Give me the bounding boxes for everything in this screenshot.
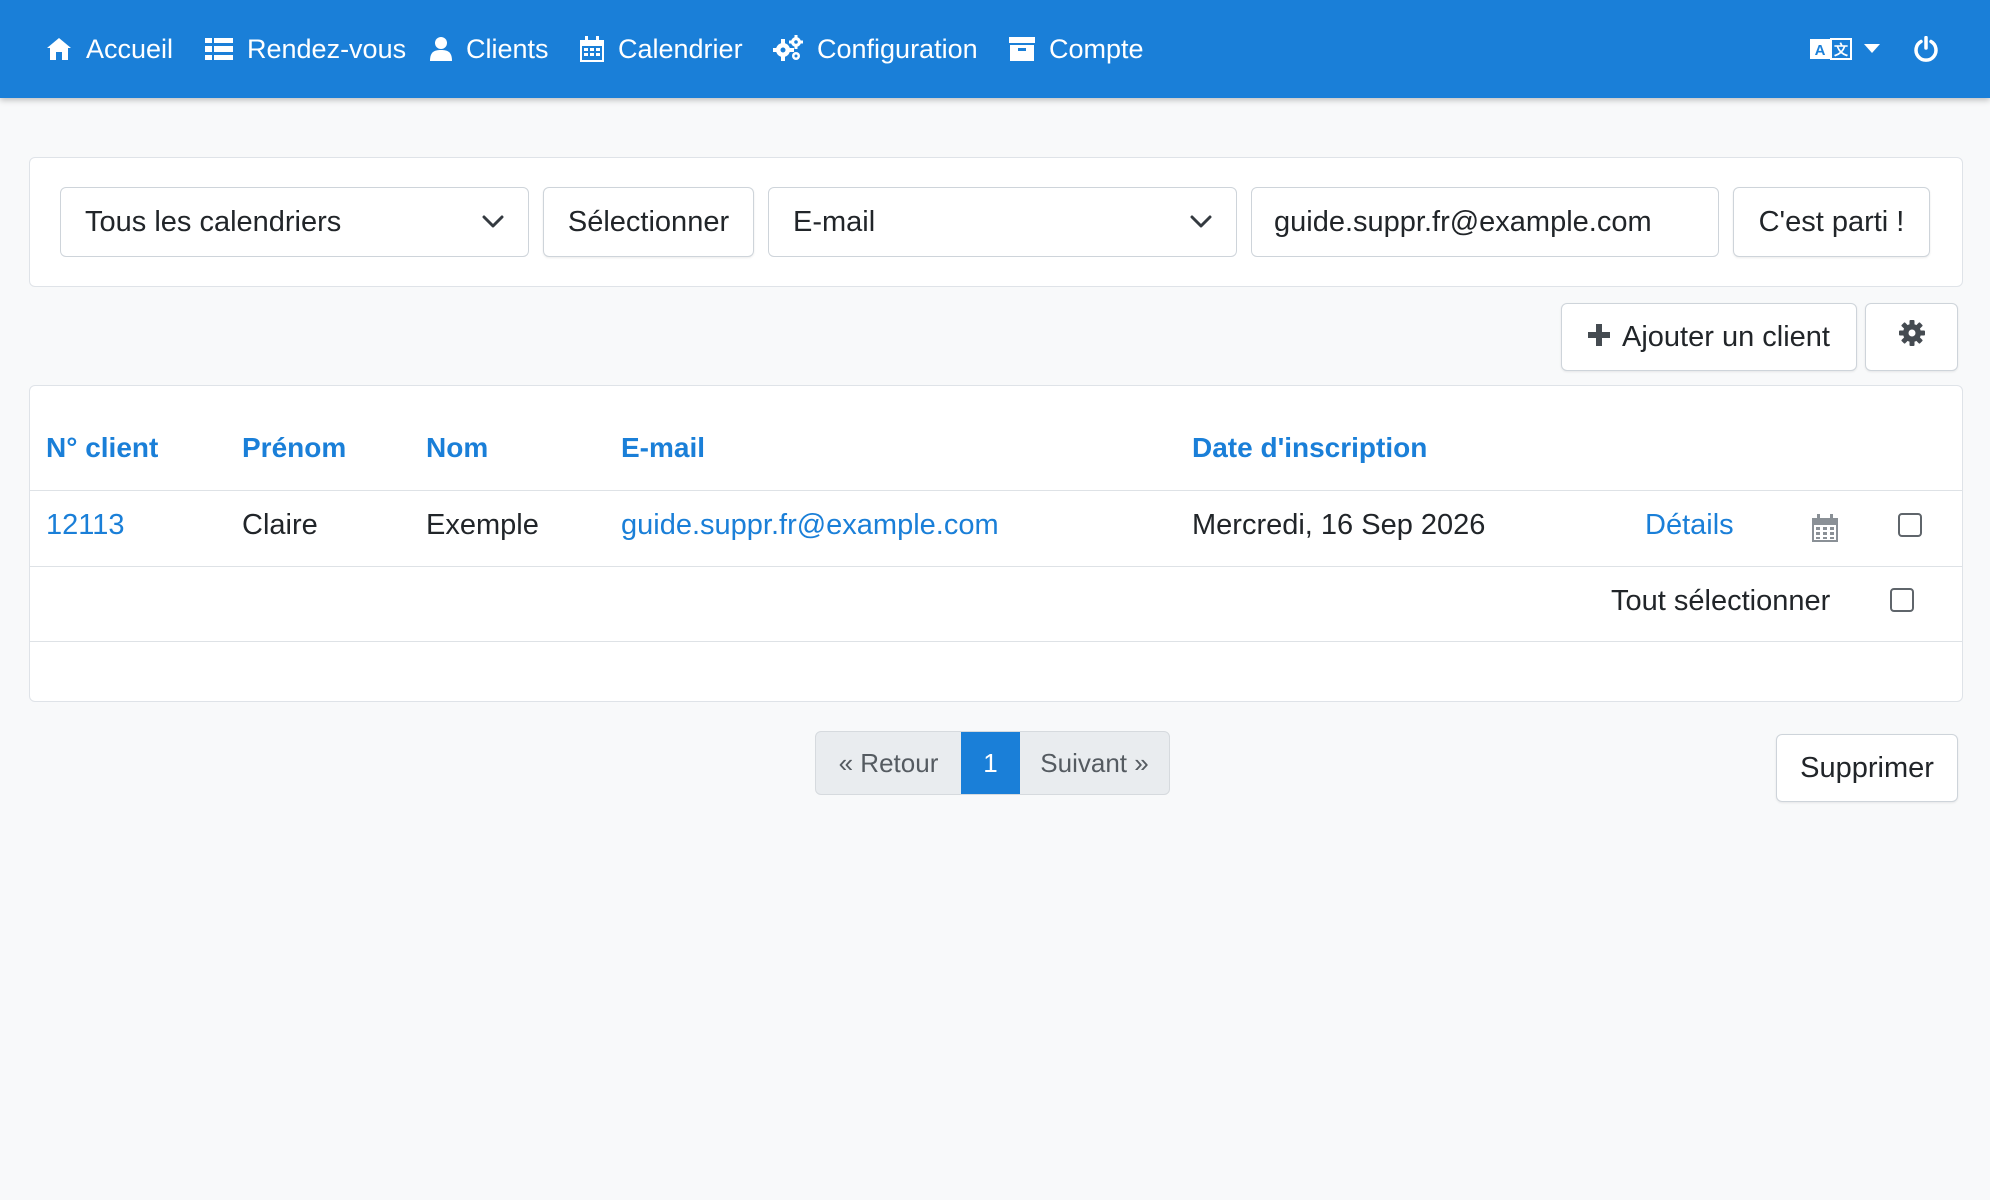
chevron-down-icon xyxy=(1190,215,1212,229)
column-header-last-name[interactable]: Nom xyxy=(426,432,488,464)
search-input[interactable]: guide.suppr.fr@example.com xyxy=(1251,187,1719,257)
column-header-registration-date[interactable]: Date d'inscription xyxy=(1192,432,1427,464)
go-button[interactable]: C'est parti ! xyxy=(1733,187,1930,257)
top-navbar: Accueil Rendez-vous Clients Calendrier C… xyxy=(0,0,1990,98)
nav-item-accueil[interactable]: Accueil xyxy=(46,0,173,98)
calendar-select[interactable]: Tous les calendriers xyxy=(60,187,529,257)
delete-button-label: Supprimer xyxy=(1800,751,1934,784)
registration-date-cell: Mercredi, 16 Sep 2026 xyxy=(1192,509,1486,541)
calendar-icon xyxy=(580,36,604,62)
pagination: « Retour 1 Suivant » xyxy=(815,731,1170,795)
column-header-client-number[interactable]: N° client xyxy=(46,432,158,464)
nav-item-configuration[interactable]: Configuration xyxy=(773,0,978,98)
search-input-value: guide.suppr.fr@example.com xyxy=(1274,205,1652,238)
nav-item-clients[interactable]: Clients xyxy=(430,0,549,98)
select-calendar-button[interactable]: Sélectionner xyxy=(543,187,754,257)
nav-label: Configuration xyxy=(817,33,978,64)
language-dropdown[interactable]: A 文 xyxy=(1810,0,1880,98)
delete-button[interactable]: Supprimer xyxy=(1776,734,1958,802)
nav-label: Clients xyxy=(466,33,549,64)
column-header-email[interactable]: E-mail xyxy=(621,432,705,464)
select-all-label: Tout sélectionner xyxy=(1611,585,1831,617)
add-client-button[interactable]: Ajouter un client xyxy=(1561,303,1857,371)
last-name-cell: Exemple xyxy=(426,509,539,541)
client-number-link[interactable]: 12113 xyxy=(46,509,125,542)
field-select-value: E-mail xyxy=(793,205,876,238)
add-client-label: Ajouter un client xyxy=(1622,320,1830,353)
select-all-checkbox[interactable] xyxy=(1890,588,1914,612)
home-icon xyxy=(46,37,72,61)
go-button-label: C'est parti ! xyxy=(1758,205,1905,238)
first-name-cell: Claire xyxy=(242,509,318,541)
pagination-page-current[interactable]: 1 xyxy=(961,732,1020,794)
user-icon xyxy=(430,36,452,62)
svg-text:文: 文 xyxy=(1834,42,1849,58)
nav-item-calendrier[interactable]: Calendrier xyxy=(580,0,743,98)
row-checkbox[interactable] xyxy=(1898,513,1922,537)
nav-label: Calendrier xyxy=(618,33,743,64)
select-button-label: Sélectionner xyxy=(567,205,730,238)
nav-label: Compte xyxy=(1049,33,1144,64)
power-icon xyxy=(1913,36,1939,62)
field-select[interactable]: E-mail xyxy=(768,187,1237,257)
plus-icon xyxy=(1588,321,1611,354)
details-link[interactable]: Détails xyxy=(1645,509,1734,542)
nav-label: Accueil xyxy=(86,33,174,64)
calendar-select-value: Tous les calendriers xyxy=(85,205,342,238)
cogs-icon xyxy=(773,35,803,63)
settings-button[interactable] xyxy=(1865,303,1958,371)
svg-text:A: A xyxy=(1815,42,1826,59)
table-divider xyxy=(30,490,1962,491)
table-divider xyxy=(30,641,1962,642)
table-divider xyxy=(30,566,1962,567)
archive-icon xyxy=(1009,37,1035,61)
email-link[interactable]: guide.suppr.fr@example.com xyxy=(621,509,999,542)
gear-icon xyxy=(1898,320,1925,354)
pagination-prev[interactable]: « Retour xyxy=(816,732,961,794)
column-header-first-name[interactable]: Prénom xyxy=(242,432,346,464)
caret-down-icon xyxy=(1864,44,1880,54)
nav-item-compte[interactable]: Compte xyxy=(1009,0,1144,98)
chevron-down-icon xyxy=(482,215,504,229)
language-icon: A 文 xyxy=(1810,37,1852,61)
calendar-icon[interactable] xyxy=(1812,514,1838,547)
pagination-next[interactable]: Suivant » xyxy=(1020,732,1169,794)
nav-item-rendez-vous[interactable]: Rendez-vous xyxy=(205,0,406,98)
list-icon xyxy=(205,37,233,61)
nav-label: Rendez-vous xyxy=(247,33,407,64)
logout-button[interactable] xyxy=(1913,0,1939,98)
